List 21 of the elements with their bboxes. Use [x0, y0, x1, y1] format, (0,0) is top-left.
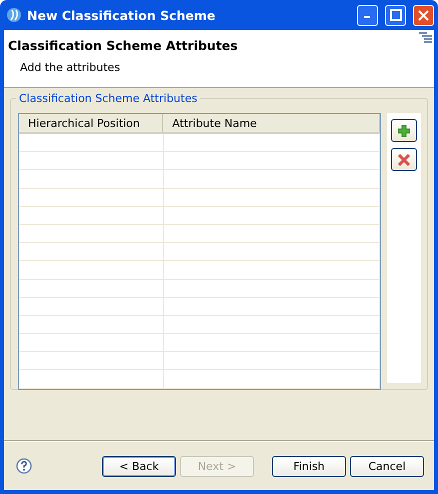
page-description: Add the attributes [20, 61, 122, 74]
cancel-button[interactable]: Cancel [350, 456, 424, 476]
window-title: New Classification Scheme [27, 8, 216, 22]
add-button[interactable] [391, 119, 418, 142]
maximize-icon [390, 9, 402, 21]
minimize-button[interactable] [357, 4, 378, 26]
column-header[interactable]: Hierarchical Position [19, 114, 164, 132]
help-icon[interactable] [16, 458, 32, 474]
finish-button[interactable]: Finish [272, 456, 346, 476]
close-icon [418, 10, 429, 20]
close-button[interactable] [413, 4, 434, 26]
page-title: Classification Scheme Attributes [8, 38, 239, 53]
plus-icon [398, 124, 410, 136]
column-header[interactable]: Attribute Name [163, 114, 380, 132]
back-button[interactable]: < Back [102, 456, 176, 476]
remove-button[interactable] [391, 148, 418, 171]
menu-icon[interactable] [419, 32, 432, 44]
group-label: Classification Scheme Attributes [16, 92, 200, 105]
app-icon [6, 7, 22, 23]
x-icon [398, 154, 410, 166]
maximize-button[interactable] [385, 4, 406, 26]
